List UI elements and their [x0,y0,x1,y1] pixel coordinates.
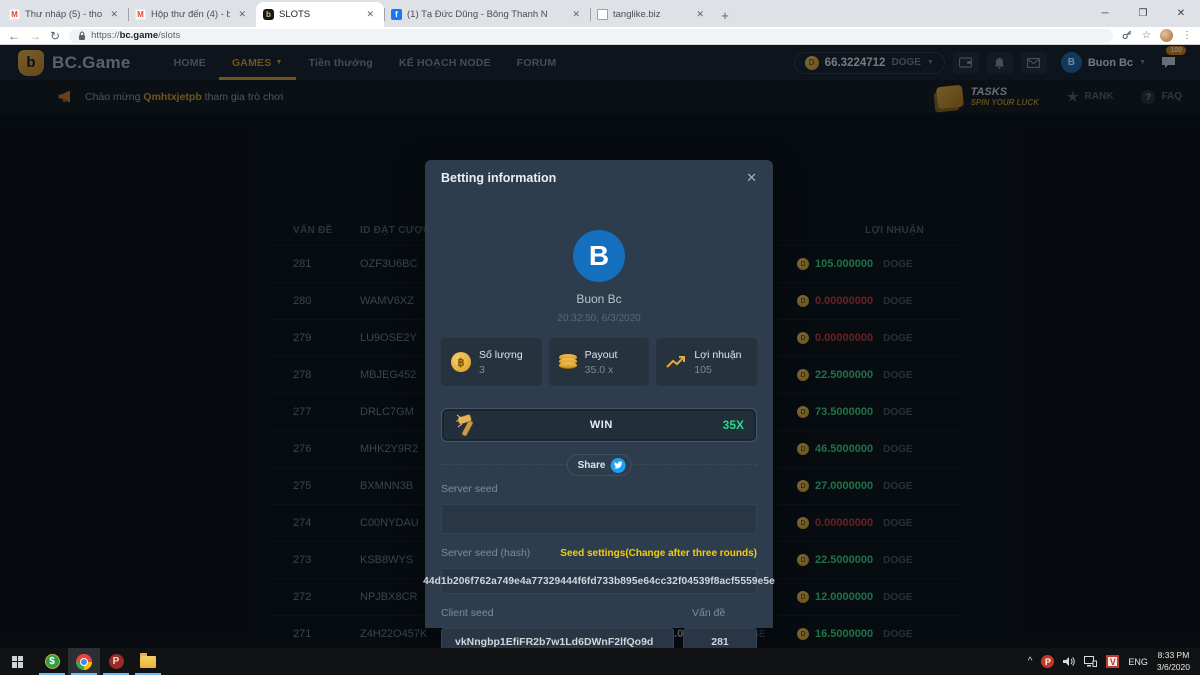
stat-label: Payout [585,349,618,361]
windows-logo-icon [12,656,24,668]
server-seed-label: Server seed [441,483,757,495]
clock[interactable]: 8:33 PM 3/6/2020 [1157,650,1190,673]
client-seed-input[interactable]: vkNngbp1EfiFR2b7w1Ld6DWnF2lfQo9d [441,628,674,648]
betting-information-modal: Betting information ✕ B Buon Bc 20:32:50… [425,160,773,628]
windows-taskbar: $ P ^ P V ENG 8:33 PM 3/6/2020 [0,648,1200,675]
bet-timestamp: 20:32:50, 6/3/2020 [441,313,757,324]
gmail-favicon-icon: M [135,9,146,20]
twitter-icon[interactable] [610,458,625,473]
tray-app-icon[interactable]: P [1041,655,1054,668]
tab-close-icon[interactable]: ✕ [235,8,249,21]
browser-profile-avatar[interactable] [1160,29,1173,42]
bcgame-favicon-icon: b [263,9,274,20]
tab-title: SLOTS [279,9,358,20]
language-indicator[interactable]: ENG [1128,657,1148,667]
modal-title: Betting information [441,171,556,185]
browser-chrome: M Thư nháp (5) - thoai14071997@g ✕ M Hộp thư… [0,0,1200,45]
browser-tab[interactable]: M Hộp thư đến (4) - bcgamebouns ✕ [128,2,256,27]
page-favicon-icon [597,9,608,20]
password-key-icon[interactable] [1122,30,1133,41]
stat-value: 105 [694,364,741,376]
share-button[interactable]: Share [567,454,632,476]
browser-tab[interactable]: b SLOTS ✕ [256,2,384,27]
reload-button[interactable]: ↻ [50,30,60,42]
tab-close-icon[interactable]: ✕ [569,8,583,21]
browser-toolbar: ← → ↻ https://bc.game/slots ☆ ⋮ [0,27,1200,45]
minimize-button[interactable]: ─ [1086,0,1124,27]
tray-v-app-icon[interactable]: V [1106,655,1119,668]
stat-box: Lợi nhuận 105 [656,338,757,386]
stat-box: Payout 35.0 x [549,338,650,386]
browser-tab[interactable]: tanglike.biz ✕ [590,2,714,27]
issue-input[interactable]: 281 [683,628,757,648]
win-label: WIN [480,419,723,431]
new-tab-button[interactable]: + [714,4,736,26]
tab-title: tanglike.biz [613,9,688,20]
profit-chart-icon [666,354,686,370]
tab-close-icon[interactable]: ✕ [363,8,377,21]
gmail-favicon-icon: M [9,9,20,20]
server-seed-hash-value[interactable]: 44d1b206f762a749e4a77329444f6fd733b895e6… [441,568,757,594]
tab-strip: M Thư nháp (5) - thoai14071997@g ✕ M Hộp thư… [0,0,1200,27]
tab-title: (1) Tạ Đức Dũng - Bông Thanh N [407,9,564,20]
facebook-favicon-icon: f [391,9,402,20]
address-bar[interactable]: https://bc.game/slots [69,29,1113,43]
tab-title: Thư nháp (5) - thoai14071997@g [25,9,102,20]
stat-label: Lợi nhuận [694,349,741,361]
url-text: https://bc.game/slots [91,30,180,41]
close-window-button[interactable]: ✕ [1162,0,1200,27]
share-label: Share [578,460,606,471]
forward-button[interactable]: → [29,30,41,42]
system-tray: ^ P V ENG 8:33 PM 3/6/2020 [1028,648,1200,675]
player-avatar: B [573,230,625,282]
lock-icon [78,31,86,41]
server-seed-input[interactable] [441,504,757,534]
network-icon[interactable] [1084,656,1097,667]
folder-icon [140,656,156,668]
taskbar-money-app[interactable]: $ [36,648,68,675]
tab-close-icon[interactable]: ✕ [107,8,121,21]
stat-label: Số lượng [479,349,523,361]
taskbar-file-explorer[interactable] [132,648,164,675]
tab-title: Hộp thư đến (4) - bcgamebouns [151,9,230,20]
issue-label: Vấn đề [683,607,757,619]
server-seed-hash-label: Server seed (hash) [441,547,530,559]
seed-settings-link[interactable]: Seed settings(Change after three rounds) [560,548,757,559]
money-app-icon: $ [45,654,60,669]
bet-stats: ฿ Số lượng 3 Payout 35.0 x Lợi nhuận 105 [441,338,757,386]
player-name: Buon Bc [441,292,757,306]
stat-value: 35.0 x [585,364,618,376]
taskbar-psiphon[interactable]: P [100,648,132,675]
stat-box: ฿ Số lượng 3 [441,338,542,386]
tab-close-icon[interactable]: ✕ [693,8,707,21]
browser-menu-icon[interactable]: ⋮ [1182,30,1192,41]
volume-icon[interactable] [1063,656,1075,667]
tray-expand-icon[interactable]: ^ [1028,656,1033,667]
bookmark-star-icon[interactable]: ☆ [1142,30,1151,41]
win-banner: WIN 35X [441,408,757,442]
psiphon-icon: P [109,654,124,669]
site-viewport: b BC.Game HOMEGAMES▼Tiền thưởngKẾ HOẠCH … [0,45,1200,648]
restore-button[interactable]: ❐ [1124,0,1162,27]
coin-icon: ฿ [451,352,471,372]
client-seed-label: Client seed [441,607,494,619]
win-multiplier: 35X [723,418,744,432]
modal-close-icon[interactable]: ✕ [746,170,757,186]
browser-tab[interactable]: f (1) Tạ Đức Dũng - Bông Thanh N ✕ [384,2,590,27]
taskbar-chrome[interactable] [68,648,100,675]
stat-value: 3 [479,364,523,376]
game-hammer-icon [454,412,480,438]
start-button[interactable] [0,648,36,675]
window-controls: ─ ❐ ✕ [1086,0,1200,27]
back-button[interactable]: ← [8,30,20,42]
chrome-icon [76,654,92,670]
coin-stack-icon [559,354,577,370]
share-divider: Share [441,464,757,465]
browser-tab[interactable]: M Thư nháp (5) - thoai14071997@g ✕ [2,2,128,27]
